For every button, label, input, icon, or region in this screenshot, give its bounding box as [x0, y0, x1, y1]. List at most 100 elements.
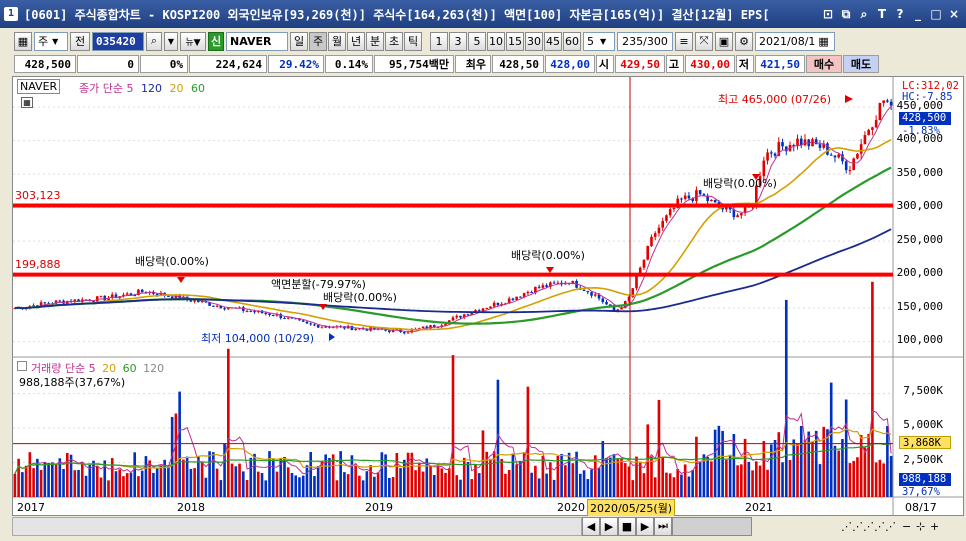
- candle-body: [459, 315, 462, 318]
- interval-6-button[interactable]: 45: [544, 31, 562, 51]
- volume-bar: [597, 467, 601, 497]
- grid-toggle-icon[interactable]: ▦: [21, 97, 33, 108]
- tile-icon[interactable]: ⧉: [838, 6, 854, 22]
- next-icon[interactable]: ▶: [600, 516, 618, 536]
- zoom-in-icon[interactable]: +: [930, 520, 944, 533]
- prev-icon[interactable]: ◀: [582, 516, 600, 536]
- volume-bar: [537, 478, 541, 497]
- candle-body: [530, 291, 533, 293]
- volume-bar: [489, 458, 492, 497]
- candle-body: [672, 207, 676, 210]
- candle-body: [736, 215, 739, 218]
- count-field[interactable]: 235/300: [617, 31, 673, 51]
- volume-bar: [241, 471, 245, 497]
- interval-4-button[interactable]: 15: [506, 31, 524, 51]
- interval-select[interactable]: 5 ▼: [583, 31, 615, 51]
- max-marker: [845, 95, 853, 103]
- grid-icon[interactable]: ▦: [14, 31, 32, 51]
- candle-body: [605, 302, 608, 305]
- lines-icon[interactable]: ≡: [675, 31, 693, 51]
- interval-1-button[interactable]: 3: [449, 31, 467, 51]
- period-2-button[interactable]: 월: [328, 31, 346, 51]
- candle-body: [541, 285, 545, 288]
- volume-bar: [590, 469, 593, 497]
- volume-bar: [328, 458, 331, 497]
- candle-body: [140, 289, 144, 293]
- zoom-icon[interactable]: ⌕: [856, 6, 872, 22]
- period-4-button[interactable]: 분: [366, 31, 384, 51]
- stop-icon[interactable]: ■: [618, 516, 636, 536]
- period-5-button[interactable]: 초: [385, 31, 403, 51]
- close-icon[interactable]: ×: [946, 6, 962, 22]
- candle-body: [766, 152, 769, 161]
- candle-body: [687, 195, 691, 199]
- play-icon[interactable]: ▶: [636, 516, 654, 536]
- candle-body: [680, 198, 683, 200]
- stock-code-input[interactable]: 035420: [92, 31, 144, 51]
- volume-bar: [107, 480, 110, 497]
- text-icon[interactable]: T: [874, 6, 890, 22]
- candle-body: [403, 332, 406, 334]
- volume-bar: [399, 468, 402, 497]
- volume-bar: [601, 441, 605, 497]
- scroll-thumb[interactable]: [672, 516, 752, 536]
- fit-icon[interactable]: ⊹: [916, 520, 930, 533]
- fund-icon[interactable]: 뉴▼: [180, 31, 206, 51]
- zoom-out-icon[interactable]: −: [902, 520, 916, 533]
- date-field[interactable]: 2021/08/1 ▦: [755, 31, 835, 51]
- sell-button[interactable]: 매도: [843, 55, 879, 73]
- search-icon[interactable]: ⌕: [146, 31, 162, 51]
- end-icon[interactable]: ⏭: [654, 516, 672, 536]
- min-marker: [329, 333, 335, 341]
- period-1-button[interactable]: 주: [309, 31, 327, 51]
- stock-chart[interactable]: NAVER 종가 단순 5 120 20 60 ▦ 303,123 199,88…: [12, 76, 964, 517]
- minimize-icon[interactable]: _: [910, 6, 926, 22]
- crosshair-icon[interactable]: ⤧: [695, 31, 713, 51]
- gear-icon[interactable]: ⚙: [735, 31, 753, 51]
- jeon-button[interactable]: 전: [70, 31, 90, 51]
- volume-val-tag: 988,188: [899, 473, 951, 486]
- scroll-track[interactable]: [12, 516, 582, 536]
- save-icon[interactable]: ▣: [715, 31, 733, 51]
- volume-bar: [84, 475, 88, 497]
- new-badge[interactable]: 신: [208, 31, 224, 51]
- volume-bar: [32, 468, 35, 497]
- candle-body: [852, 158, 855, 171]
- candle-body: [253, 311, 256, 313]
- period-0-button[interactable]: 일: [290, 31, 308, 51]
- interval-0-button[interactable]: 1: [430, 31, 448, 51]
- interval-5-button[interactable]: 30: [525, 31, 543, 51]
- volume-bar: [792, 439, 796, 497]
- volume-axis-label: 5,000K: [903, 418, 943, 431]
- candle-body: [833, 155, 837, 158]
- restore-icon[interactable]: ⊡: [820, 6, 836, 22]
- maximize-icon[interactable]: □: [928, 6, 944, 22]
- volume-bar: [388, 477, 391, 497]
- interval-3-button[interactable]: 10: [487, 31, 505, 51]
- volume-bar: [294, 475, 298, 497]
- stock-name-field[interactable]: NAVER: [226, 31, 288, 51]
- period-3-button[interactable]: 년: [347, 31, 365, 51]
- volume-bar: [672, 477, 676, 497]
- market-select[interactable]: 주 ▼: [34, 31, 68, 51]
- candle-body: [519, 296, 522, 298]
- x-axis-label: 2017: [17, 501, 45, 514]
- volume-bar: [451, 355, 455, 497]
- help-icon[interactable]: ?: [892, 6, 908, 22]
- candle-body: [245, 310, 249, 312]
- volume-bar: [290, 472, 294, 497]
- buy-button[interactable]: 매수: [806, 55, 842, 73]
- chart-canvas[interactable]: [13, 77, 963, 515]
- chevron-down-icon[interactable]: ▼: [164, 31, 178, 51]
- tools-icon[interactable]: ⋰⋰⋰⋰⋰: [752, 520, 902, 533]
- candle-body: [871, 127, 874, 130]
- price-axis-label: 200,000: [896, 266, 943, 279]
- interval-2-button[interactable]: 5: [468, 31, 486, 51]
- volume-bar: [848, 463, 852, 497]
- period-6-button[interactable]: 틱: [404, 31, 422, 51]
- volume-bar: [286, 467, 290, 497]
- x-axis-label: 08/17: [905, 501, 937, 514]
- quote-volume: 224,624: [189, 55, 267, 73]
- candle-body: [552, 282, 556, 284]
- interval-7-button[interactable]: 60: [563, 31, 581, 51]
